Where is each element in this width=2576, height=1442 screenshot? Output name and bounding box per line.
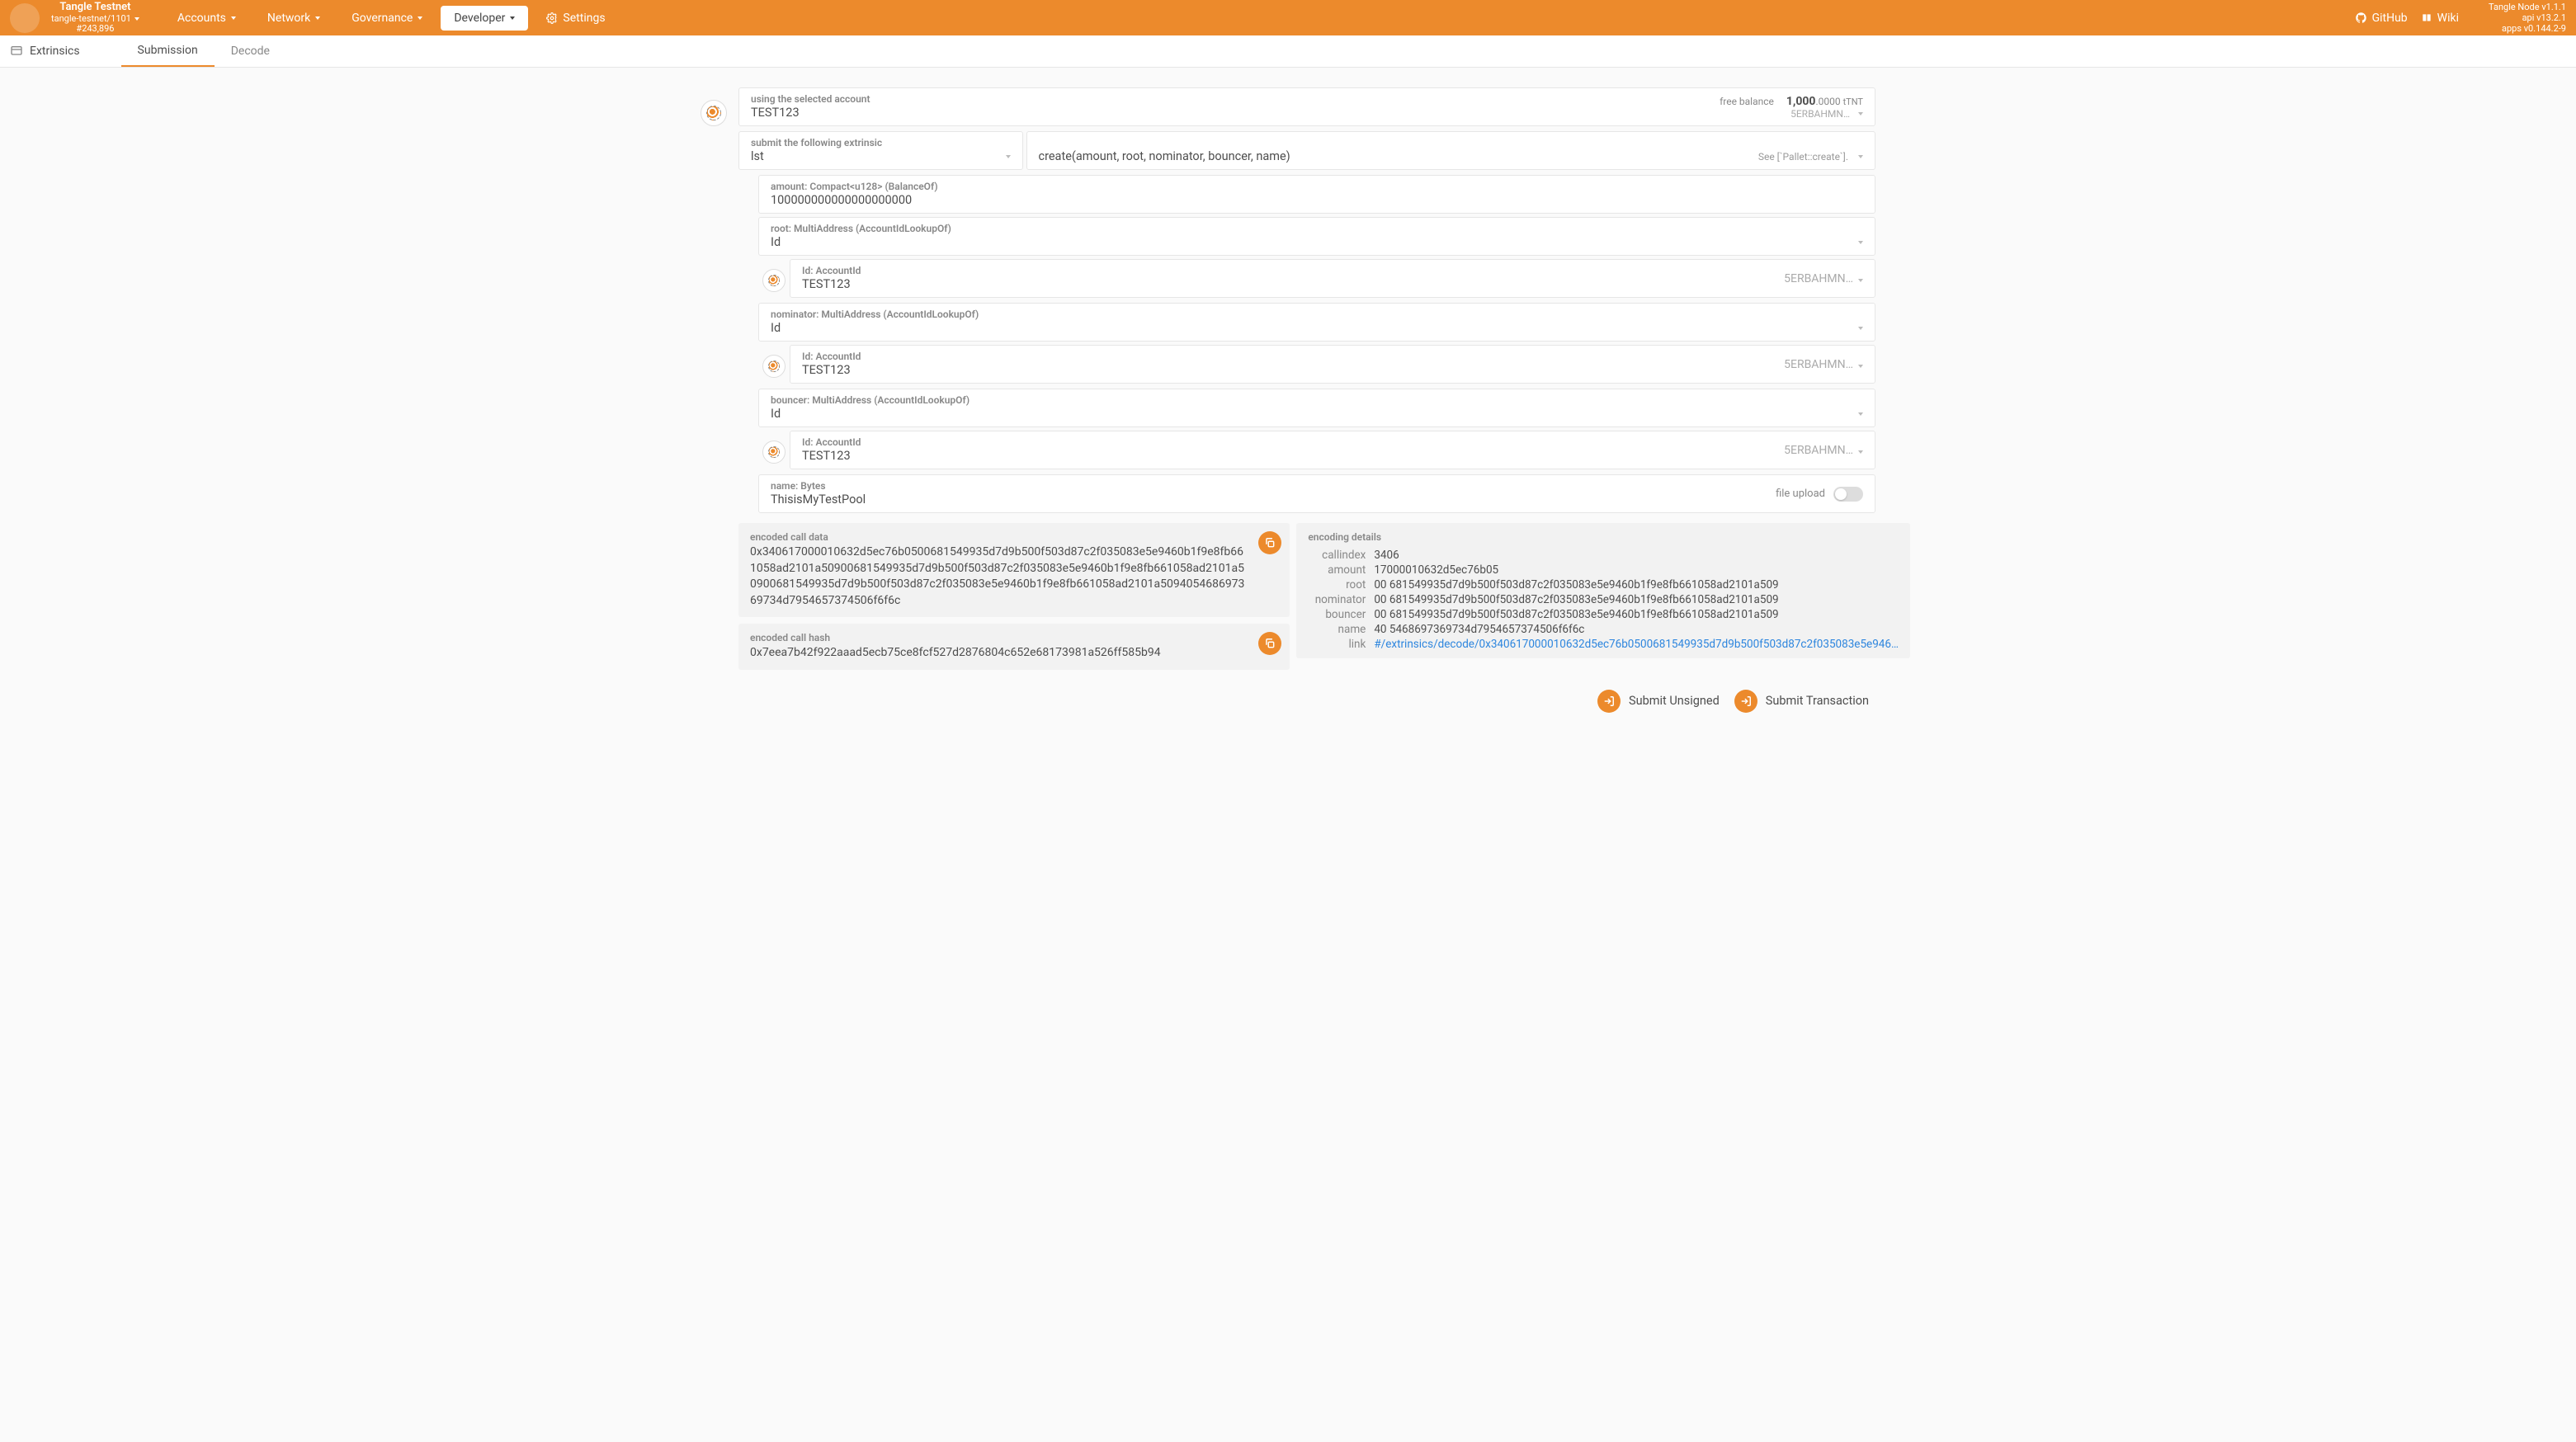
call-selector[interactable]: create(amount, root, nominator, bouncer,… <box>1026 131 1876 170</box>
chevron-down-icon <box>510 16 515 20</box>
sign-in-icon <box>1740 695 1752 707</box>
chevron-down-icon <box>1858 365 1863 368</box>
nav-right: GitHub Wiki Tangle Node v1.1.1 api v13.2… <box>2355 2 2566 35</box>
chain-selector[interactable]: Tangle Testnet tangle-testnet/1101 #243,… <box>51 2 139 33</box>
balance-label: free balance <box>1720 96 1774 107</box>
account-identicon <box>762 355 786 378</box>
chevron-down-icon <box>134 17 139 21</box>
nav-developer[interactable]: Developer <box>441 6 528 31</box>
param-amount[interactable]: amount: Compact<u128> (BalanceOf) 100000… <box>758 175 1875 214</box>
account-identicon <box>701 100 727 126</box>
top-nav: Tangle Testnet tangle-testnet/1101 #243,… <box>0 0 2576 35</box>
submit-transaction-button[interactable]: Submit Transaction <box>1734 690 1869 713</box>
account-selector[interactable]: using the selected account TEST123 free … <box>738 87 1875 126</box>
github-icon <box>2355 12 2367 24</box>
wiki-link[interactable]: Wiki <box>2421 12 2459 25</box>
encoding-details: encoding details callindex3406 amount170… <box>1296 523 1910 658</box>
tab-submission[interactable]: Submission <box>121 35 215 67</box>
decode-link[interactable]: #/extrinsics/decode/0x340617000010632d5e… <box>1374 638 1899 651</box>
account-label: using the selected account <box>751 93 870 105</box>
version-info: Tangle Node v1.1.1 api v13.2.1 apps v0.1… <box>2489 2 2566 35</box>
footer-buttons: Submit Unsigned Submit Transaction <box>701 690 1875 713</box>
param-root-id[interactable]: Id: AccountId TEST123 5ERBAHMN… <box>790 259 1875 298</box>
nav-governance[interactable]: Governance <box>338 5 436 31</box>
chain-spec: tangle-testnet/1101 <box>51 14 139 24</box>
pallet-selector[interactable]: submit the following extrinsic lst <box>738 131 1023 170</box>
chevron-down-icon <box>1858 412 1863 416</box>
param-root-type[interactable]: root: MultiAddress (AccountIdLookupOf) I… <box>758 217 1875 256</box>
chevron-down-icon <box>418 16 422 20</box>
param-nominator-id[interactable]: Id: AccountId TEST123 5ERBAHMN… <box>790 345 1875 384</box>
tab-decode[interactable]: Decode <box>215 35 286 67</box>
main-form: using the selected account TEST123 free … <box>694 68 1882 733</box>
chevron-down-icon <box>1858 327 1863 330</box>
nav-settings[interactable]: Settings <box>533 5 618 31</box>
chevron-down-icon <box>231 16 236 20</box>
encoding-section: encoded call data 0x340617000010632d5ec7… <box>738 523 1875 670</box>
submit-unsigned-button[interactable]: Submit Unsigned <box>1597 690 1720 713</box>
page-title: Extrinsics <box>10 35 97 67</box>
github-link[interactable]: GitHub <box>2355 12 2408 25</box>
file-upload-label: file upload <box>1776 488 1825 500</box>
sub-nav-tabs: Submission Decode <box>121 35 286 67</box>
chevron-down-icon <box>315 16 320 20</box>
param-nominator-type[interactable]: nominator: MultiAddress (AccountIdLookup… <box>758 303 1875 342</box>
copy-icon <box>1264 638 1276 649</box>
file-upload-toggle[interactable] <box>1833 487 1863 502</box>
gear-icon <box>546 12 558 24</box>
nav-network[interactable]: Network <box>254 5 333 31</box>
chain-best-block: #243,896 <box>51 24 139 34</box>
nav-menu: Accounts Network Governance Developer Se… <box>164 5 619 31</box>
chevron-down-icon <box>1858 241 1863 244</box>
param-bouncer-type[interactable]: bouncer: MultiAddress (AccountIdLookupOf… <box>758 389 1875 427</box>
chevron-down-icon <box>1858 155 1863 158</box>
param-name[interactable]: name: Bytes ThisisMyTestPool file upload <box>758 474 1875 513</box>
chevron-down-icon <box>1858 279 1863 282</box>
param-bouncer-id[interactable]: Id: AccountId TEST123 5ERBAHMN… <box>790 431 1875 469</box>
chevron-down-icon <box>1006 155 1011 158</box>
account-identicon <box>762 441 786 464</box>
nav-accounts[interactable]: Accounts <box>164 5 249 31</box>
encoded-call-data: encoded call data 0x340617000010632d5ec7… <box>738 523 1290 617</box>
account-identicon <box>762 269 786 292</box>
copy-icon <box>1264 537 1276 549</box>
chevron-down-icon <box>1858 450 1863 454</box>
sign-in-icon <box>1603 695 1615 707</box>
extrinsics-icon <box>10 45 23 58</box>
chain-logo[interactable] <box>10 3 40 33</box>
encoded-call-hash: encoded call hash 0x7eea7b42f922aaad5ecb… <box>738 624 1290 670</box>
sub-nav: Extrinsics Submission Decode <box>0 35 2576 68</box>
chain-name: Tangle Testnet <box>51 2 139 13</box>
account-name: TEST123 <box>751 105 870 120</box>
chevron-down-icon <box>1858 112 1863 115</box>
book-icon <box>2421 12 2432 24</box>
